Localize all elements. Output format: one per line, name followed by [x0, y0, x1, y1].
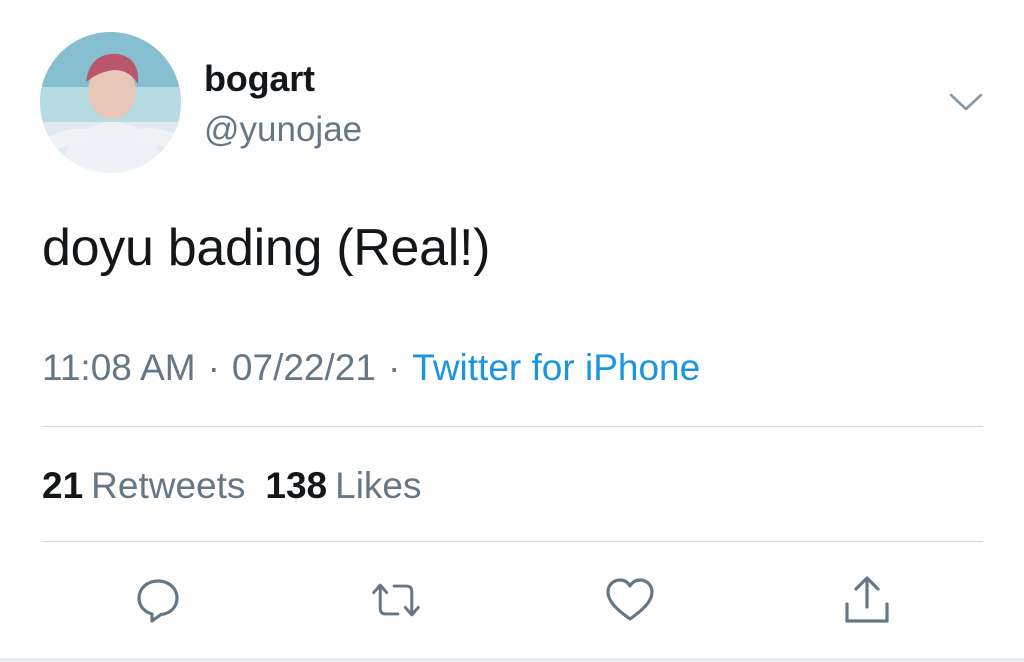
- user-handle[interactable]: @yunojae: [204, 110, 362, 150]
- tweet-time: 11:08 AM: [42, 347, 196, 388]
- chevron-down-icon[interactable]: [948, 90, 984, 114]
- like-button[interactable]: [604, 574, 656, 626]
- avatar-image: [40, 32, 181, 173]
- avatar[interactable]: [40, 32, 181, 173]
- likes-label: Likes: [335, 465, 422, 506]
- share-icon: [845, 576, 889, 623]
- divider: [0, 658, 1024, 662]
- tweet-source-link[interactable]: Twitter for iPhone: [412, 347, 700, 388]
- tweet-date: 07/22/21: [231, 347, 376, 388]
- retweets-label: Retweets: [91, 465, 246, 506]
- tweet-detail: bogart @yunojae doyu bading (Real!) 11:0…: [0, 0, 1024, 662]
- tweet-stats: 21 Retweets 138 Likes: [42, 465, 422, 507]
- tweet-text: doyu bading (Real!): [42, 219, 491, 277]
- likes-count: 138: [265, 465, 328, 506]
- retweets-count: 21: [42, 465, 84, 506]
- tweet-meta: 11:08 AM · 07/22/21 · Twitter for iPhone: [42, 347, 700, 389]
- likes-stat[interactable]: 138 Likes: [265, 465, 421, 506]
- divider: [42, 541, 983, 542]
- share-button[interactable]: [841, 574, 893, 626]
- meta-separator: ·: [387, 347, 401, 388]
- divider: [42, 426, 983, 427]
- reply-button[interactable]: [132, 574, 184, 626]
- retweet-button[interactable]: [370, 574, 422, 626]
- display-name[interactable]: bogart: [204, 58, 315, 100]
- meta-separator: ·: [207, 347, 220, 388]
- retweet-icon: [372, 583, 420, 617]
- heart-icon: [606, 578, 654, 621]
- retweets-stat[interactable]: 21 Retweets: [42, 465, 245, 506]
- reply-icon: [137, 579, 179, 623]
